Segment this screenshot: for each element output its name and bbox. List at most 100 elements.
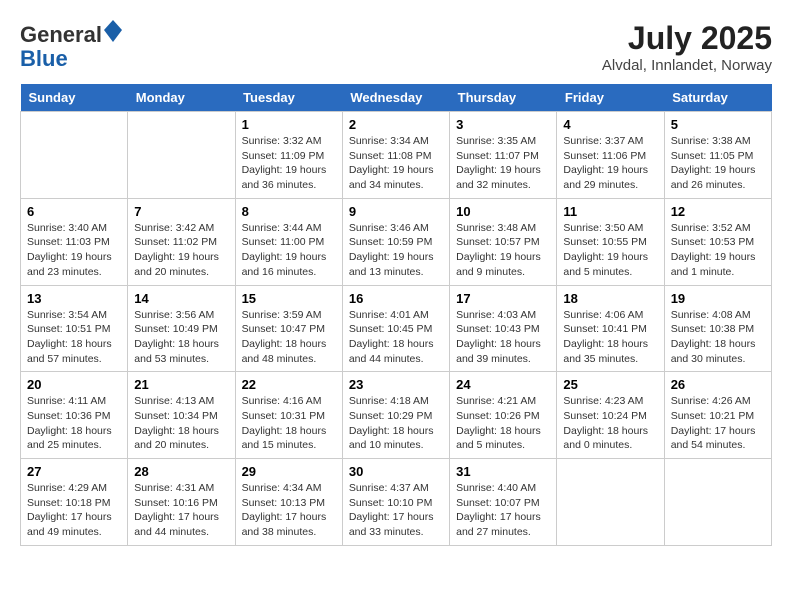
- daylight-text: Daylight: 19 hours and 32 minutes.: [456, 164, 541, 191]
- calendar-cell: 15 Sunrise: 3:59 AM Sunset: 10:47 PM Day…: [235, 285, 342, 372]
- day-number: 7: [134, 204, 228, 219]
- sunset-text: Sunset: 11:06 PM: [563, 150, 646, 162]
- day-info: Sunrise: 3:37 AM Sunset: 11:06 PM Daylig…: [563, 134, 657, 193]
- sunset-text: Sunset: 11:02 PM: [134, 236, 217, 248]
- sunrise-text: Sunrise: 4:16 AM: [242, 395, 322, 407]
- day-number: 22: [242, 377, 336, 392]
- day-info: Sunrise: 3:34 AM Sunset: 11:08 PM Daylig…: [349, 134, 443, 193]
- day-info: Sunrise: 4:29 AM Sunset: 10:18 PM Daylig…: [27, 481, 121, 540]
- sunrise-text: Sunrise: 4:40 AM: [456, 482, 536, 494]
- calendar-cell: [557, 459, 664, 546]
- calendar-body: 1 Sunrise: 3:32 AM Sunset: 11:09 PM Dayl…: [21, 112, 772, 546]
- calendar-week-row: 27 Sunrise: 4:29 AM Sunset: 10:18 PM Day…: [21, 459, 772, 546]
- calendar-cell: 10 Sunrise: 3:48 AM Sunset: 10:57 PM Day…: [450, 198, 557, 285]
- calendar-cell: 18 Sunrise: 4:06 AM Sunset: 10:41 PM Day…: [557, 285, 664, 372]
- day-number: 20: [27, 377, 121, 392]
- calendar-cell: 14 Sunrise: 3:56 AM Sunset: 10:49 PM Day…: [128, 285, 235, 372]
- daylight-text: Daylight: 18 hours and 5 minutes.: [456, 425, 541, 452]
- day-info: Sunrise: 3:42 AM Sunset: 11:02 PM Daylig…: [134, 221, 228, 280]
- day-number: 31: [456, 464, 550, 479]
- day-number: 14: [134, 291, 228, 306]
- daylight-text: Daylight: 17 hours and 44 minutes.: [134, 511, 219, 538]
- day-of-week-header: Wednesday: [342, 84, 449, 112]
- daylight-text: Daylight: 19 hours and 20 minutes.: [134, 251, 219, 278]
- day-info: Sunrise: 4:06 AM Sunset: 10:41 PM Daylig…: [563, 308, 657, 367]
- calendar-cell: 28 Sunrise: 4:31 AM Sunset: 10:16 PM Day…: [128, 459, 235, 546]
- day-number: 21: [134, 377, 228, 392]
- day-info: Sunrise: 4:21 AM Sunset: 10:26 PM Daylig…: [456, 394, 550, 453]
- sunset-text: Sunset: 10:41 PM: [563, 323, 646, 335]
- day-number: 26: [671, 377, 765, 392]
- calendar-cell: 27 Sunrise: 4:29 AM Sunset: 10:18 PM Day…: [21, 459, 128, 546]
- day-number: 8: [242, 204, 336, 219]
- day-info: Sunrise: 4:26 AM Sunset: 10:21 PM Daylig…: [671, 394, 765, 453]
- sunrise-text: Sunrise: 3:40 AM: [27, 222, 107, 234]
- day-info: Sunrise: 3:44 AM Sunset: 11:00 PM Daylig…: [242, 221, 336, 280]
- daylight-text: Daylight: 18 hours and 30 minutes.: [671, 338, 756, 365]
- daylight-text: Daylight: 19 hours and 34 minutes.: [349, 164, 434, 191]
- sunset-text: Sunset: 10:26 PM: [456, 410, 539, 422]
- logo: General Blue: [20, 20, 122, 71]
- day-info: Sunrise: 3:56 AM Sunset: 10:49 PM Daylig…: [134, 308, 228, 367]
- sunset-text: Sunset: 10:10 PM: [349, 497, 432, 509]
- calendar-week-row: 1 Sunrise: 3:32 AM Sunset: 11:09 PM Dayl…: [21, 112, 772, 199]
- sunset-text: Sunset: 10:59 PM: [349, 236, 432, 248]
- day-number: 10: [456, 204, 550, 219]
- sunset-text: Sunset: 10:55 PM: [563, 236, 646, 248]
- day-info: Sunrise: 4:03 AM Sunset: 10:43 PM Daylig…: [456, 308, 550, 367]
- day-number: 11: [563, 204, 657, 219]
- day-info: Sunrise: 4:40 AM Sunset: 10:07 PM Daylig…: [456, 481, 550, 540]
- day-of-week-header: Thursday: [450, 84, 557, 112]
- day-of-week-header: Friday: [557, 84, 664, 112]
- sunset-text: Sunset: 10:45 PM: [349, 323, 432, 335]
- daylight-text: Daylight: 18 hours and 48 minutes.: [242, 338, 327, 365]
- calendar-cell: 7 Sunrise: 3:42 AM Sunset: 11:02 PM Dayl…: [128, 198, 235, 285]
- daylight-text: Daylight: 19 hours and 5 minutes.: [563, 251, 648, 278]
- calendar-cell: 29 Sunrise: 4:34 AM Sunset: 10:13 PM Day…: [235, 459, 342, 546]
- title-section: July 2025 Alvdal, Innlandet, Norway: [602, 20, 772, 74]
- sunrise-text: Sunrise: 3:37 AM: [563, 135, 643, 147]
- sunset-text: Sunset: 11:05 PM: [671, 150, 754, 162]
- sunrise-text: Sunrise: 3:52 AM: [671, 222, 751, 234]
- daylight-text: Daylight: 19 hours and 13 minutes.: [349, 251, 434, 278]
- calendar-cell: 3 Sunrise: 3:35 AM Sunset: 11:07 PM Dayl…: [450, 112, 557, 199]
- daylight-text: Daylight: 19 hours and 1 minute.: [671, 251, 756, 278]
- day-info: Sunrise: 4:18 AM Sunset: 10:29 PM Daylig…: [349, 394, 443, 453]
- daylight-text: Daylight: 19 hours and 29 minutes.: [563, 164, 648, 191]
- day-info: Sunrise: 3:54 AM Sunset: 10:51 PM Daylig…: [27, 308, 121, 367]
- calendar-cell: 23 Sunrise: 4:18 AM Sunset: 10:29 PM Day…: [342, 372, 449, 459]
- day-number: 3: [456, 117, 550, 132]
- day-info: Sunrise: 3:46 AM Sunset: 10:59 PM Daylig…: [349, 221, 443, 280]
- calendar-table: SundayMondayTuesdayWednesdayThursdayFrid…: [20, 84, 772, 546]
- sunrise-text: Sunrise: 3:35 AM: [456, 135, 536, 147]
- calendar-cell: 17 Sunrise: 4:03 AM Sunset: 10:43 PM Day…: [450, 285, 557, 372]
- sunset-text: Sunset: 10:24 PM: [563, 410, 646, 422]
- calendar-cell: 26 Sunrise: 4:26 AM Sunset: 10:21 PM Day…: [664, 372, 771, 459]
- sunrise-text: Sunrise: 4:21 AM: [456, 395, 536, 407]
- sunrise-text: Sunrise: 4:03 AM: [456, 309, 536, 321]
- daylight-text: Daylight: 19 hours and 26 minutes.: [671, 164, 756, 191]
- calendar-cell: 5 Sunrise: 3:38 AM Sunset: 11:05 PM Dayl…: [664, 112, 771, 199]
- day-number: 18: [563, 291, 657, 306]
- sunrise-text: Sunrise: 4:11 AM: [27, 395, 106, 407]
- day-of-week-header: Tuesday: [235, 84, 342, 112]
- day-info: Sunrise: 3:59 AM Sunset: 10:47 PM Daylig…: [242, 308, 336, 367]
- day-number: 28: [134, 464, 228, 479]
- day-info: Sunrise: 4:08 AM Sunset: 10:38 PM Daylig…: [671, 308, 765, 367]
- sunset-text: Sunset: 11:08 PM: [349, 150, 432, 162]
- day-info: Sunrise: 3:35 AM Sunset: 11:07 PM Daylig…: [456, 134, 550, 193]
- day-number: 24: [456, 377, 550, 392]
- day-number: 17: [456, 291, 550, 306]
- month-title: July 2025: [602, 20, 772, 57]
- sunrise-text: Sunrise: 4:18 AM: [349, 395, 429, 407]
- sunrise-text: Sunrise: 4:13 AM: [134, 395, 214, 407]
- daylight-text: Daylight: 18 hours and 0 minutes.: [563, 425, 648, 452]
- location: Alvdal, Innlandet, Norway: [602, 57, 772, 74]
- calendar-cell: 25 Sunrise: 4:23 AM Sunset: 10:24 PM Day…: [557, 372, 664, 459]
- day-number: 16: [349, 291, 443, 306]
- sunset-text: Sunset: 10:34 PM: [134, 410, 217, 422]
- day-info: Sunrise: 3:50 AM Sunset: 10:55 PM Daylig…: [563, 221, 657, 280]
- calendar-cell: 4 Sunrise: 3:37 AM Sunset: 11:06 PM Dayl…: [557, 112, 664, 199]
- calendar-cell: 2 Sunrise: 3:34 AM Sunset: 11:08 PM Dayl…: [342, 112, 449, 199]
- daylight-text: Daylight: 18 hours and 20 minutes.: [134, 425, 219, 452]
